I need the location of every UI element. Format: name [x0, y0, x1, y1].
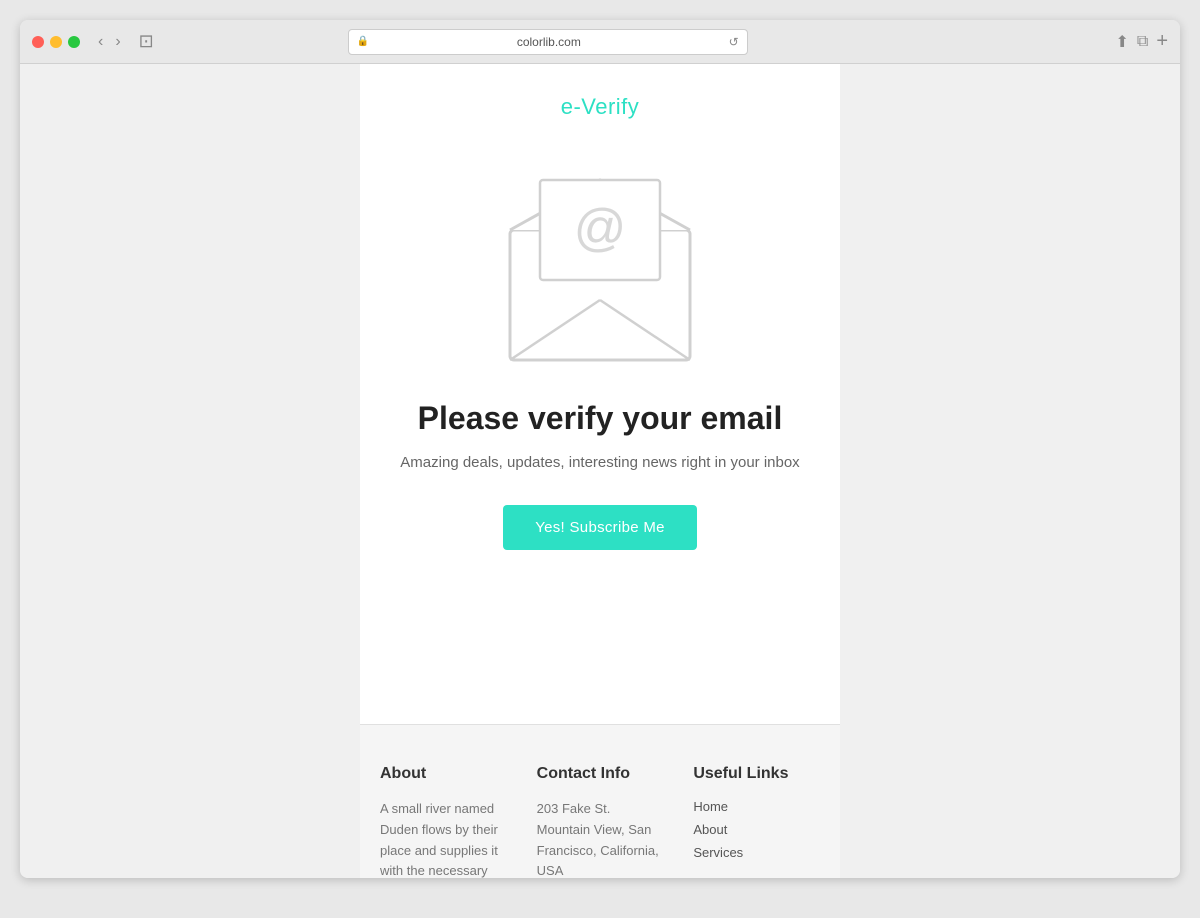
lock-icon: 🔒: [357, 36, 369, 47]
footer-contact-address: 203 Fake St. Mountain View, San Francisc…: [537, 799, 664, 878]
footer-contact-title: Contact Info: [537, 765, 664, 783]
sub-description: Amazing deals, updates, interesting news…: [400, 451, 799, 475]
close-button[interactable]: [32, 36, 44, 48]
subscribe-button[interactable]: Yes! Subscribe Me: [503, 505, 697, 550]
traffic-lights: [32, 36, 80, 48]
url-text: colorlib.com: [375, 35, 722, 49]
share-button[interactable]: ⬆: [1115, 32, 1128, 52]
footer-link-about[interactable]: About: [693, 822, 820, 837]
footer-links-column: Useful Links Home About Services: [693, 765, 820, 878]
footer-link-home[interactable]: Home: [693, 799, 820, 814]
sidebar-toggle-button[interactable]: ⊡: [133, 29, 160, 54]
main-panel: e-Verify @ Please verify your email: [360, 64, 840, 724]
envelope-illustration: @: [480, 150, 720, 370]
browser-actions: ⬆ ⧉ +: [1115, 30, 1168, 53]
footer-contact-column: Contact Info 203 Fake St. Mountain View,…: [537, 765, 664, 878]
browser-titlebar: ‹ › ⊡ 🔒 colorlib.com ↺ ⬆ ⧉ +: [20, 20, 1180, 64]
nav-buttons: ‹ ›: [94, 31, 125, 53]
footer-about-title: About: [380, 765, 507, 783]
page-footer: About A small river named Duden flows by…: [360, 724, 840, 878]
page-content: e-Verify @ Please verify your email: [20, 64, 1180, 878]
footer-about-column: About A small river named Duden flows by…: [380, 765, 507, 878]
add-tab-button[interactable]: +: [1156, 30, 1168, 53]
refresh-button[interactable]: ↺: [729, 35, 739, 49]
svg-text:@: @: [574, 199, 627, 257]
forward-button[interactable]: ›: [111, 31, 124, 53]
address-bar[interactable]: 🔒 colorlib.com ↺: [348, 29, 748, 55]
footer-grid: About A small river named Duden flows by…: [360, 765, 840, 878]
footer-links-title: Useful Links: [693, 765, 820, 783]
logo: e-Verify: [561, 94, 640, 120]
maximize-button[interactable]: [68, 36, 80, 48]
footer-link-services[interactable]: Services: [693, 845, 820, 860]
page-heading: Please verify your email: [418, 400, 783, 437]
footer-about-text: A small river named Duden flows by their…: [380, 799, 507, 878]
minimize-button[interactable]: [50, 36, 62, 48]
back-button[interactable]: ‹: [94, 31, 107, 53]
duplicate-tab-button[interactable]: ⧉: [1137, 33, 1148, 51]
